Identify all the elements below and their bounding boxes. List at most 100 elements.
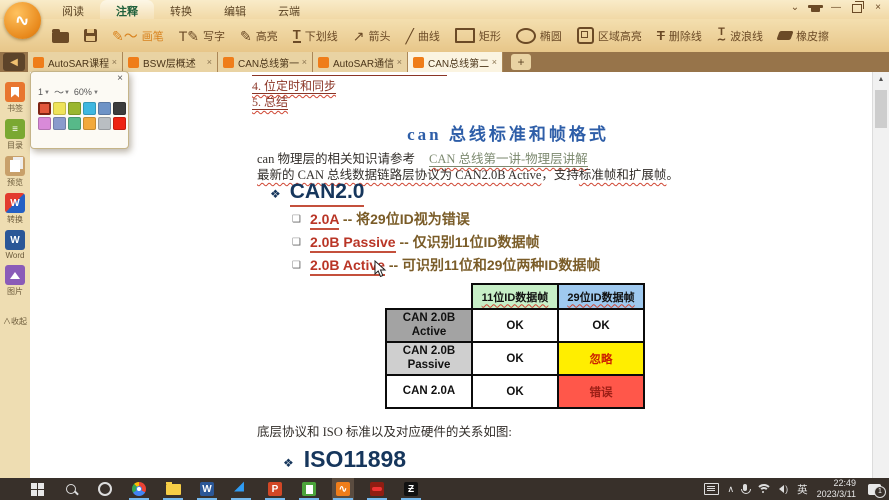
wavy-line-button[interactable]: T ∼ 波浪线 bbox=[717, 26, 763, 45]
bullet-2-0b-passive: ❑ 2.0B Passive -- 仅识别11位ID数据帧 bbox=[292, 232, 540, 253]
color-swatch[interactable] bbox=[83, 117, 96, 130]
open-file-button[interactable] bbox=[52, 28, 69, 43]
arrow-button[interactable]: ↗ 箭头 bbox=[353, 28, 391, 44]
collapse-toolbar-button[interactable]: ⌄ bbox=[788, 2, 802, 14]
taskbar-app-red[interactable] bbox=[366, 478, 388, 500]
sidebar-item-toc[interactable]: ≡ 目录 bbox=[5, 119, 25, 151]
stroke-width-dropdown[interactable]: 1 ▼ bbox=[38, 87, 53, 97]
menu-tab-read[interactable]: 阅读 bbox=[46, 0, 100, 19]
pdf-reader-icon: ∿ bbox=[336, 482, 350, 496]
save-button[interactable] bbox=[84, 29, 97, 42]
sidebar-item-preview[interactable]: 预览 bbox=[5, 156, 25, 188]
color-swatch[interactable] bbox=[38, 117, 51, 130]
scroll-up-icon[interactable]: ▲ bbox=[873, 72, 889, 87]
menu-tab-edit[interactable]: 编辑 bbox=[208, 0, 262, 19]
heading-can20: ❖ CAN2.0 bbox=[270, 180, 365, 207]
opacity-dropdown[interactable]: 60% ▼ bbox=[74, 87, 102, 97]
sidebar-collapse-button[interactable]: ∧收起 bbox=[3, 316, 27, 327]
brush-tool-button[interactable]: ✎〜 画笔 bbox=[112, 28, 164, 44]
app-logo[interactable]: ∿ bbox=[4, 2, 41, 39]
clock-time: 22:49 bbox=[833, 478, 856, 489]
volume-icon[interactable]: ) bbox=[779, 484, 788, 494]
folder-icon bbox=[52, 28, 69, 43]
panel-close-icon[interactable]: × bbox=[117, 73, 123, 84]
color-swatch[interactable] bbox=[98, 117, 111, 130]
toc-link-summary[interactable]: 5. 总结 bbox=[252, 93, 289, 110]
taskbar-app-pdf-reader[interactable]: ∿ bbox=[332, 478, 354, 500]
annotation-toolbar: ✎〜 画笔 T✎ 写字 ✎ 高亮 T 下划线 ↗ 箭头 ╱ 曲线 矩形 椭圆 区… bbox=[0, 19, 889, 53]
close-button[interactable]: × bbox=[871, 2, 885, 14]
doc-tab-can-2[interactable]: CAN总线第二... × bbox=[408, 52, 503, 72]
start-button[interactable] bbox=[26, 478, 48, 500]
news-widget-icon[interactable] bbox=[703, 483, 719, 495]
ellipse-button[interactable]: 椭圆 bbox=[515, 27, 562, 44]
scrollbar-thumb[interactable] bbox=[875, 90, 887, 128]
toc-link-bit-timing[interactable]: 4. 位定时和同步 bbox=[252, 77, 337, 94]
vertical-scrollbar[interactable]: ▲ bbox=[872, 72, 889, 478]
ellipse-icon bbox=[515, 27, 536, 44]
search-button[interactable] bbox=[60, 478, 82, 500]
taskbar-clock[interactable]: 22:49 2023/3/11 bbox=[817, 478, 856, 500]
eraser-button[interactable]: 橡皮擦 bbox=[776, 28, 829, 44]
tab-close-icon[interactable]: × bbox=[112, 57, 117, 67]
color-swatch[interactable] bbox=[113, 102, 126, 115]
underline-button[interactable]: T 下划线 bbox=[292, 28, 338, 44]
tab-close-icon[interactable]: × bbox=[397, 57, 402, 67]
restore-button[interactable] bbox=[852, 0, 864, 13]
rectangle-button[interactable]: 矩形 bbox=[454, 28, 501, 44]
tab-close-icon[interactable]: × bbox=[302, 57, 307, 67]
notification-center-icon[interactable]: 1 bbox=[868, 483, 886, 498]
hidden-icons-chevron[interactable]: ∧ bbox=[728, 484, 735, 495]
sidebar-item-bookmark[interactable]: 书签 bbox=[5, 82, 25, 114]
taskbar-app-vscode[interactable] bbox=[230, 478, 252, 500]
taskbar-app-word[interactable]: W bbox=[196, 478, 218, 500]
cortana-button[interactable] bbox=[94, 478, 116, 500]
color-swatch[interactable] bbox=[53, 117, 66, 130]
sidebar-item-convert[interactable]: W 转换 bbox=[5, 193, 25, 225]
area-highlight-button[interactable]: 区域高亮 bbox=[576, 27, 642, 44]
color-swatch[interactable] bbox=[38, 102, 51, 115]
doc-tab-can-1[interactable]: CAN总线第一... × bbox=[218, 52, 313, 72]
green-app-icon bbox=[302, 482, 316, 496]
pdf-doc-icon bbox=[33, 56, 44, 68]
taskbar-app-powerpoint[interactable]: P bbox=[264, 478, 286, 500]
skin-theme-icon[interactable] bbox=[808, 4, 823, 12]
microphone-icon[interactable] bbox=[741, 484, 752, 494]
curve-button[interactable]: ╱ 曲线 bbox=[405, 28, 439, 44]
wifi-icon[interactable] bbox=[756, 483, 773, 495]
sidebar-item-word[interactable]: W Word bbox=[5, 230, 25, 260]
menu-tab-convert[interactable]: 转换 bbox=[154, 0, 208, 19]
taskbar-app-green[interactable] bbox=[298, 478, 320, 500]
color-swatch[interactable] bbox=[68, 117, 81, 130]
color-swatch[interactable] bbox=[68, 102, 81, 115]
ribbon-menu: 阅读 注释 转换 编辑 云端 bbox=[46, 0, 316, 19]
taskbar-app-capcut[interactable]: Ƶ bbox=[400, 478, 422, 500]
minimize-button[interactable]: — bbox=[829, 2, 843, 14]
taskbar-app-chrome[interactable] bbox=[128, 478, 150, 500]
doc-tab-bsw[interactable]: BSW层概述 × bbox=[123, 52, 218, 72]
strikethrough-button[interactable]: T 删除线 bbox=[657, 28, 702, 44]
menu-tab-cloud[interactable]: 云端 bbox=[262, 0, 316, 19]
color-swatch[interactable] bbox=[113, 117, 126, 130]
line-style-dropdown[interactable]: 〜 ▼ bbox=[54, 84, 73, 99]
back-button[interactable]: ◀ bbox=[3, 53, 25, 71]
heading-iso11898: ❖ ISO11898 bbox=[283, 446, 407, 472]
chevron-down-icon: ▼ bbox=[63, 89, 70, 96]
tab-close-icon[interactable]: × bbox=[492, 57, 497, 67]
tab-close-icon[interactable]: × bbox=[207, 57, 212, 67]
color-swatch[interactable] bbox=[98, 102, 111, 115]
new-tab-button[interactable]: + bbox=[511, 54, 531, 70]
ime-indicator[interactable]: 英 bbox=[797, 482, 808, 497]
highlight-button[interactable]: ✎ 高亮 bbox=[240, 28, 278, 44]
sidebar-item-image[interactable]: 图片 bbox=[5, 265, 25, 297]
page-title: can 总线标准和帧格式 bbox=[407, 125, 609, 144]
color-swatch[interactable] bbox=[83, 102, 96, 115]
write-text-button[interactable]: T✎ 写字 bbox=[179, 28, 225, 44]
color-swatch[interactable] bbox=[53, 102, 66, 115]
doc-tab-autosar-course[interactable]: AutoSAR课程... × bbox=[28, 52, 123, 72]
document-page[interactable]: 4. 位定时和同步 5. 总结 can 总线标准和帧格式 can 物理层的相关知… bbox=[30, 72, 873, 478]
toc-icon: ≡ bbox=[5, 119, 25, 139]
taskbar-app-file-explorer[interactable] bbox=[162, 478, 184, 500]
doc-tab-autosar-comm[interactable]: AutoSAR通信... × bbox=[313, 52, 408, 72]
menu-tab-annotate[interactable]: 注释 bbox=[100, 0, 154, 19]
